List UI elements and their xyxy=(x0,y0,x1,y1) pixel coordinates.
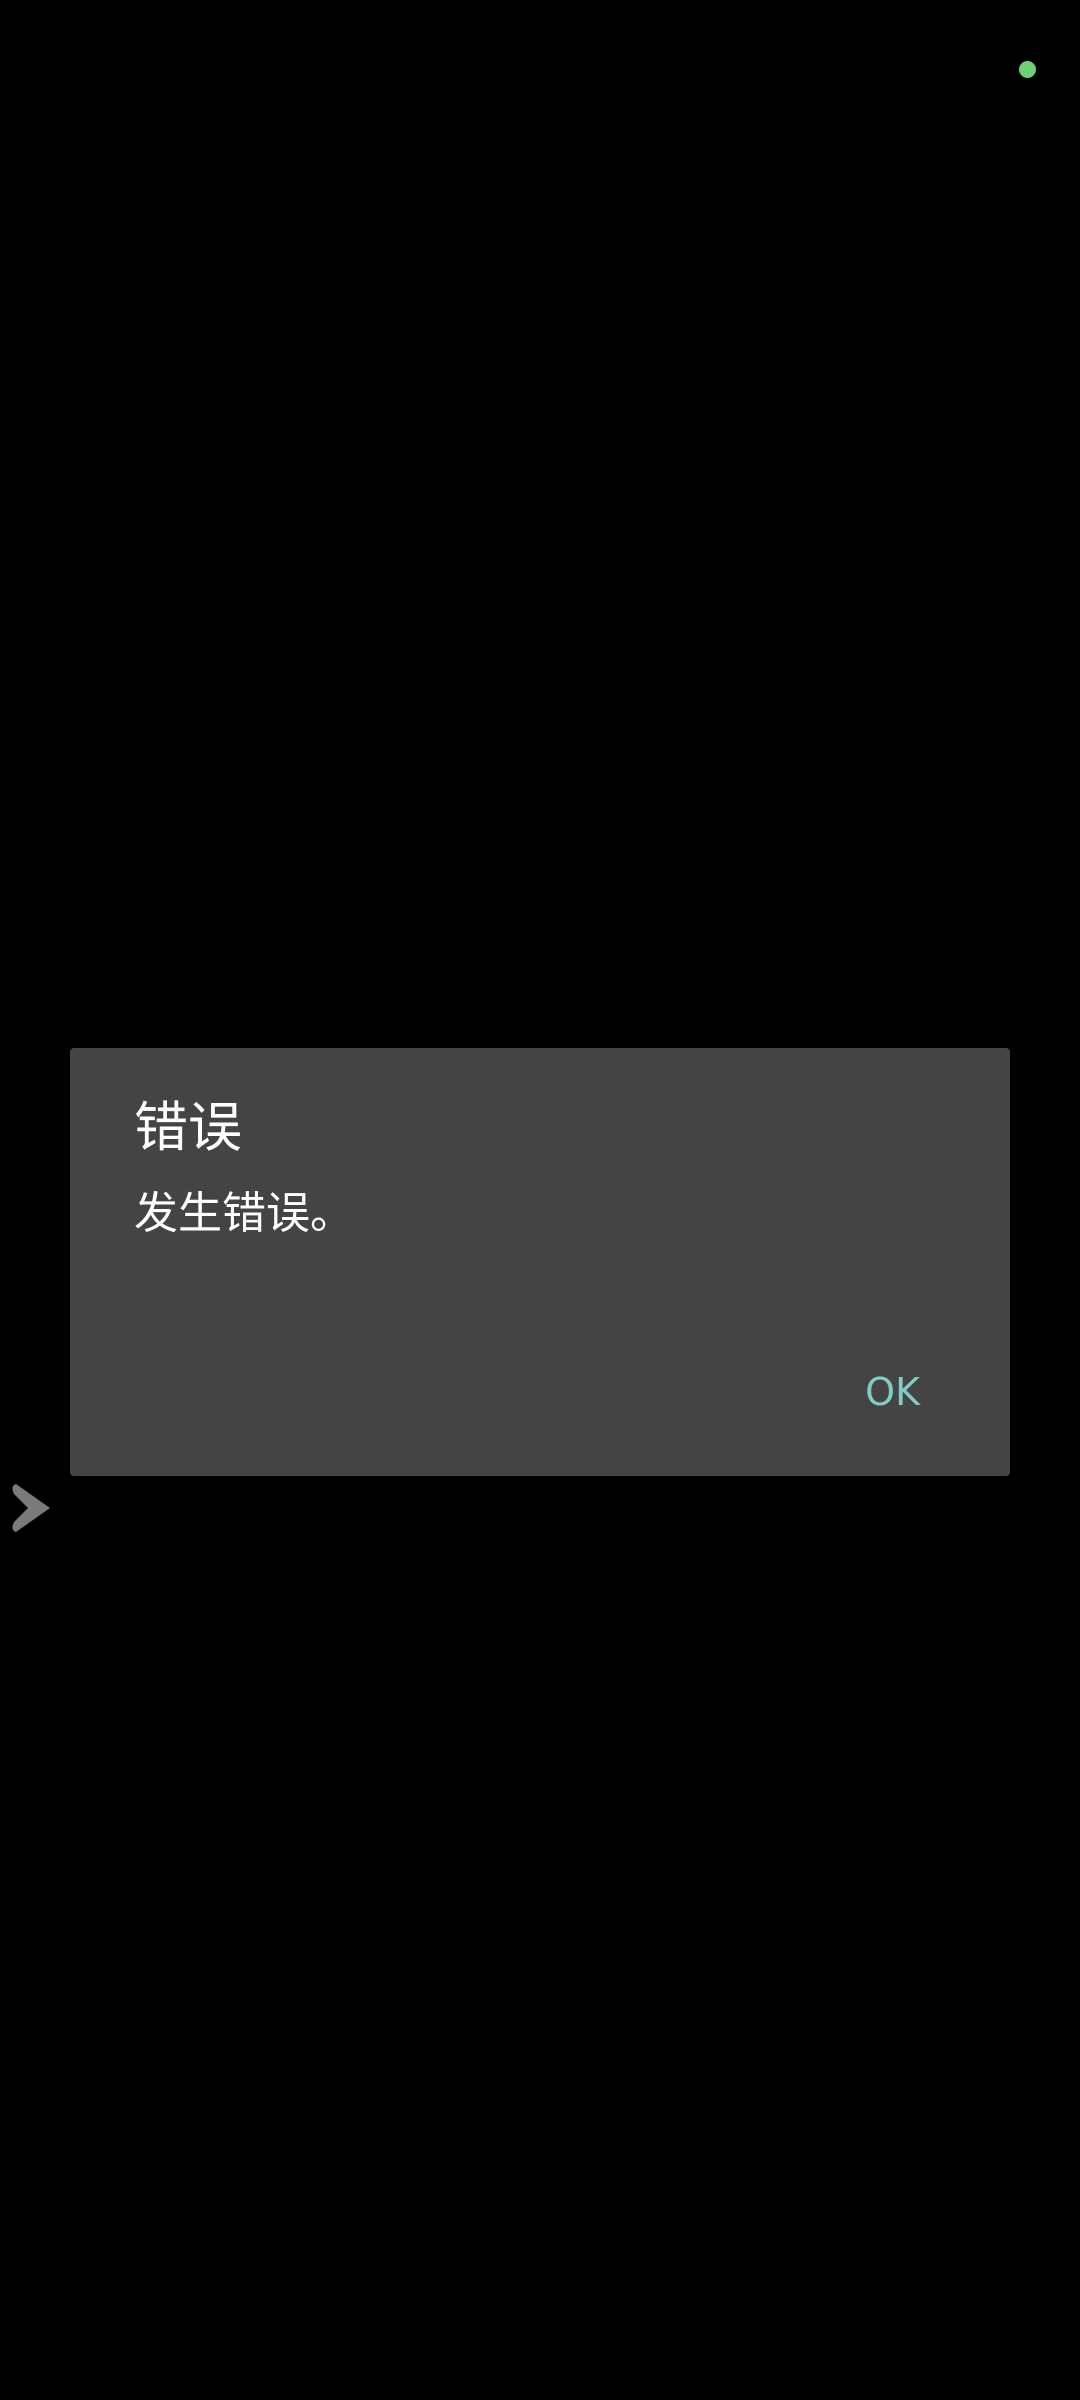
dialog-title: 错误 xyxy=(134,1096,242,1159)
dialog-message: 发生错误。 xyxy=(134,1188,354,1239)
ok-button[interactable]: OK xyxy=(853,1360,932,1424)
chevron-right-icon xyxy=(12,1484,50,1532)
error-dialog: 错误 发生错误。 OK xyxy=(70,1048,1010,1476)
screen: 错误 发生错误。 OK xyxy=(0,0,1080,2400)
side-panel-handle[interactable] xyxy=(10,1480,56,1536)
privacy-indicator-dot xyxy=(1019,61,1036,78)
